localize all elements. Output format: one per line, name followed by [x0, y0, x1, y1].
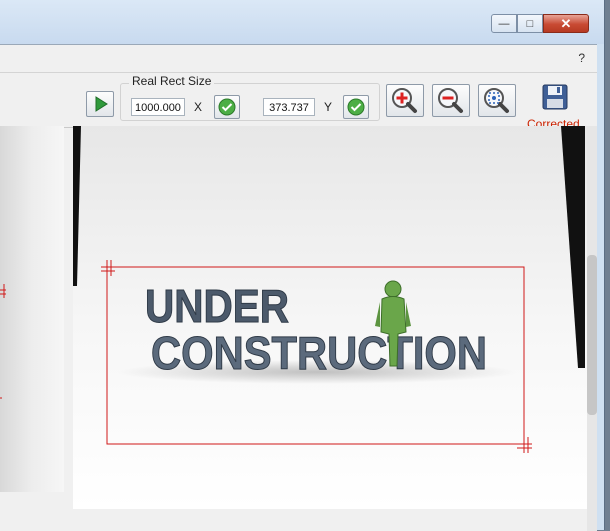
play-button[interactable]	[86, 91, 114, 117]
real-rect-size-group: Real Rect Size 1000.000 X 373.737 Y	[120, 74, 380, 121]
app-window: — □ ✕ ? Real Rect Size 1000.000 X 373.73…	[0, 0, 605, 531]
zoom-fit-button[interactable]	[478, 84, 516, 117]
source-image-pane[interactable]	[0, 126, 64, 492]
title-bar: — □ ✕	[0, 0, 604, 44]
zoom-out-icon	[438, 88, 463, 113]
save-icon	[542, 84, 568, 110]
zoom-in-icon	[392, 88, 417, 113]
client-area: ? Real Rect Size 1000.000 X 373.737 Y Co…	[0, 44, 597, 531]
maximize-button[interactable]: □	[517, 14, 543, 33]
menu-bar: ?	[0, 45, 597, 73]
play-icon	[95, 96, 108, 112]
x-axis-label: X	[194, 100, 203, 114]
source-selection-overlay	[0, 284, 6, 399]
close-button[interactable]: ✕	[543, 14, 589, 33]
zoom-in-button[interactable]	[386, 84, 424, 117]
corrected-image-canvas: UNDER CONSTRUCTION	[73, 126, 587, 509]
scrollbar-thumb[interactable]	[587, 255, 597, 415]
minimize-button[interactable]: —	[491, 14, 517, 33]
under-text: UNDER	[145, 280, 289, 332]
corrected-image-pane[interactable]: UNDER CONSTRUCTION	[73, 126, 587, 509]
check-icon	[218, 98, 236, 116]
group-label: Real Rect Size	[129, 74, 215, 88]
y-apply-button[interactable]	[343, 95, 369, 119]
y-axis-label: Y	[324, 100, 333, 114]
caption-buttons: — □ ✕	[491, 14, 589, 35]
save-button[interactable]	[541, 83, 569, 111]
check-icon	[347, 98, 365, 116]
construction-text: CONSTRUCTION	[151, 327, 487, 379]
help-button[interactable]: ?	[578, 51, 585, 65]
y-size-field[interactable]: 373.737	[263, 98, 315, 116]
x-apply-button[interactable]	[214, 95, 240, 119]
zoom-out-button[interactable]	[432, 84, 470, 117]
x-size-field[interactable]: 1000.000	[131, 98, 185, 116]
toolbar: Real Rect Size 1000.000 X 373.737 Y Corr…	[0, 73, 597, 131]
zoom-fit-icon	[484, 88, 509, 113]
